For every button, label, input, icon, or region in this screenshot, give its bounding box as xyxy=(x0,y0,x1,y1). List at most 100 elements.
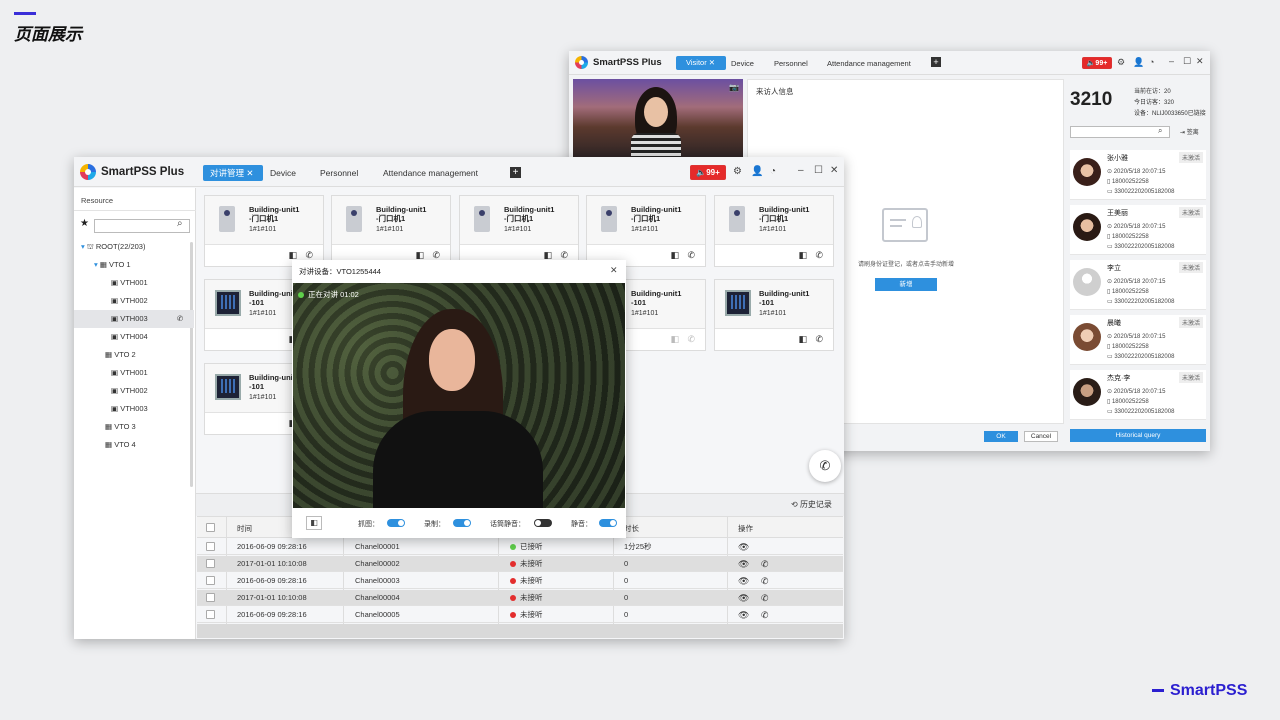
camera-icon[interactable]: 📷 xyxy=(729,83,739,92)
close-icon[interactable]: ✕ xyxy=(709,58,715,67)
device-id: 1#1#101 xyxy=(759,310,787,317)
star-icon[interactable]: ★ xyxy=(80,218,89,229)
tab-device[interactable]: Device xyxy=(731,59,754,68)
tree-vth[interactable]: ▣ VTH003 xyxy=(74,400,194,418)
call-icon[interactable]: ✆ xyxy=(687,250,695,261)
gear-icon[interactable]: ⚙ xyxy=(1117,57,1125,68)
tab-personnel[interactable]: Personnel xyxy=(774,59,808,68)
unlock-icon[interactable]: ◧ xyxy=(306,516,322,530)
eye-icon[interactable]: 👁 xyxy=(738,556,749,572)
tree-vth[interactable]: ▣ VTH002 xyxy=(74,292,194,310)
user-icon[interactable]: 👤 xyxy=(751,166,763,177)
list-item[interactable]: 晨曦 未激活 ⊙ 2020/5/18 20:07:15 ▯ 1800025225… xyxy=(1070,315,1206,365)
add-visitor-button[interactable]: 新增 xyxy=(875,278,937,291)
search-icon[interactable]: ⌕ xyxy=(1158,126,1162,136)
row-checkbox[interactable] xyxy=(206,542,215,551)
resource-search-input[interactable] xyxy=(94,219,190,233)
maximize-icon[interactable]: ☐ xyxy=(814,165,823,176)
device-card[interactable]: Building-unit1 -门口机1 1#1#101 ◧ ✆ xyxy=(714,195,834,267)
unlock-icon[interactable]: ◧ xyxy=(798,250,807,261)
callback-icon[interactable]: ✆ xyxy=(761,556,769,572)
eye-icon[interactable]: 👁 xyxy=(738,607,749,623)
table-row[interactable]: 2017-01-01 10:10:08 Chanel00002 未接听 0 👁 … xyxy=(197,556,843,572)
call-icon[interactable]: ✆ xyxy=(815,334,823,345)
unlock-icon[interactable]: ◧ xyxy=(670,250,679,261)
tab-personnel[interactable]: Personnel xyxy=(320,168,358,178)
tree-root[interactable]: ▾ ⛫ ROOT(22/203) xyxy=(74,238,194,256)
history-query-button[interactable]: Historical query xyxy=(1070,429,1206,442)
close-icon[interactable]: ✕ xyxy=(246,168,253,178)
tree-vto[interactable]: ▦ VTO 2 xyxy=(74,346,194,364)
eye-icon[interactable]: 👁 xyxy=(738,590,749,606)
visitor-phone-value: 18000252258 xyxy=(1111,344,1149,350)
table-row[interactable]: 2016-06-09 09:28:16 Chanel00003 未接听 0 👁 … xyxy=(197,573,843,589)
table-row[interactable]: 2016-06-09 09:28:16 Chanel00005 未接听 0 👁 … xyxy=(197,607,843,623)
maximize-icon[interactable]: ☐ xyxy=(1183,56,1191,67)
record-toggle[interactable] xyxy=(453,519,471,527)
device-card[interactable]: Building-unit1 -门口机1 1#1#101 ◧ ✆ xyxy=(331,195,451,267)
mute-toggle[interactable] xyxy=(599,519,617,527)
device-card[interactable]: Building-unit1 -门口机1 1#1#101 ◧ ✆ xyxy=(586,195,706,267)
sign-out-button[interactable]: ⇥ 签离 xyxy=(1180,127,1199,136)
alarm-badge[interactable]: 🔈99+ xyxy=(690,165,726,180)
callback-icon[interactable]: ✆ xyxy=(761,607,769,623)
list-item[interactable]: 张小雅 未激活 ⊙ 2020/5/18 20:07:15 ▯ 180002522… xyxy=(1070,150,1206,200)
mic-mute-toggle[interactable] xyxy=(534,519,552,527)
eye-icon[interactable]: 👁 xyxy=(738,539,749,555)
tree-vto[interactable]: ▾ ▦ VTO 1 xyxy=(74,256,194,274)
tree-vth-selected[interactable]: ▣ VTH003 ✆ xyxy=(74,310,194,328)
door-station-icon xyxy=(474,206,490,232)
add-tab-icon[interactable]: + xyxy=(510,167,521,178)
call-icon[interactable]: ✆ xyxy=(177,310,183,328)
device-card[interactable]: Building-unit1 -门口机1 1#1#101 ◧ ✆ xyxy=(204,195,324,267)
tab-visitor[interactable]: Visitor ✕ xyxy=(676,56,726,70)
tree-vth[interactable]: ▣ VTH001 xyxy=(74,364,194,382)
select-all-checkbox[interactable] xyxy=(206,523,215,532)
add-tab-icon[interactable]: + xyxy=(931,57,941,67)
dialog-close-icon[interactable]: ✕ xyxy=(610,265,618,276)
alarm-badge[interactable]: 🔈99+ xyxy=(1082,57,1112,69)
unlock-icon[interactable]: ◧ xyxy=(670,334,679,345)
tab-attendance[interactable]: Attendance management xyxy=(827,59,911,68)
list-item[interactable]: 王美丽 未激活 ⊙ 2020/5/18 20:07:15 ▯ 180002522… xyxy=(1070,205,1206,255)
call-icon[interactable]: ✆ xyxy=(815,250,823,261)
tree-vth[interactable]: ▣ VTH002 xyxy=(74,382,194,400)
minimize-icon[interactable]: – xyxy=(798,165,804,176)
list-item[interactable]: 李立 未激活 ⊙ 2020/5/18 20:07:15 ▯ 1800025225… xyxy=(1070,260,1206,310)
call-float-button[interactable]: ✆ xyxy=(809,450,841,482)
minimize-icon[interactable]: – xyxy=(1169,56,1174,66)
ok-button[interactable]: OK xyxy=(984,431,1018,442)
close-window-icon[interactable]: ✕ xyxy=(1196,56,1204,67)
tab-attendance[interactable]: Attendance management xyxy=(383,168,478,178)
tree-vto[interactable]: ▦ VTO 3 xyxy=(74,418,194,436)
tree-vth[interactable]: ▣ VTH004 xyxy=(74,328,194,346)
row-checkbox[interactable] xyxy=(206,610,215,619)
row-checkbox[interactable] xyxy=(206,593,215,602)
call-icon[interactable]: ✆ xyxy=(687,334,695,345)
table-row[interactable]: 2016-06-09 09:28:16 Chanel00001 已接听 1分25… xyxy=(197,539,843,555)
close-window-icon[interactable]: ✕ xyxy=(830,165,838,176)
cancel-button[interactable]: Cancel xyxy=(1024,431,1058,442)
table-row[interactable]: 2017-01-01 10:10:08 Chanel00004 未接听 0 👁 … xyxy=(197,590,843,606)
gauge-icon[interactable]: ◔ xyxy=(1149,57,1154,67)
tab-device[interactable]: Device xyxy=(270,168,296,178)
visitor-search-input[interactable] xyxy=(1070,126,1170,138)
device-card[interactable]: Building-unit1 -1011#1#101◧✆ xyxy=(714,279,834,351)
unlock-icon[interactable]: ◧ xyxy=(798,334,807,345)
search-icon[interactable]: ⌕ xyxy=(177,218,183,229)
device-card[interactable]: Building-unit1 -门口机1 1#1#101 ◧ ✆ xyxy=(459,195,579,267)
history-button[interactable]: ⟲ 历史记录 xyxy=(791,499,832,510)
list-item[interactable]: 杰克·李 未激活 ⊙ 2020/5/18 20:07:15 ▯ 18000252… xyxy=(1070,370,1206,420)
snapshot-toggle[interactable] xyxy=(387,519,405,527)
gauge-icon[interactable]: ◔ xyxy=(770,166,776,177)
callback-icon[interactable]: ✆ xyxy=(761,573,769,589)
tree-vth[interactable]: ▣ VTH001 xyxy=(74,274,194,292)
eye-icon[interactable]: 👁 xyxy=(738,573,749,589)
tab-intercom[interactable]: 对讲管理 ✕ xyxy=(203,165,263,181)
row-checkbox[interactable] xyxy=(206,576,215,585)
gear-icon[interactable]: ⚙ xyxy=(733,166,742,177)
callback-icon[interactable]: ✆ xyxy=(761,590,769,606)
user-icon[interactable]: 👤 xyxy=(1133,57,1144,68)
row-checkbox[interactable] xyxy=(206,559,215,568)
tree-vto[interactable]: ▦ VTO 4 xyxy=(74,436,194,454)
